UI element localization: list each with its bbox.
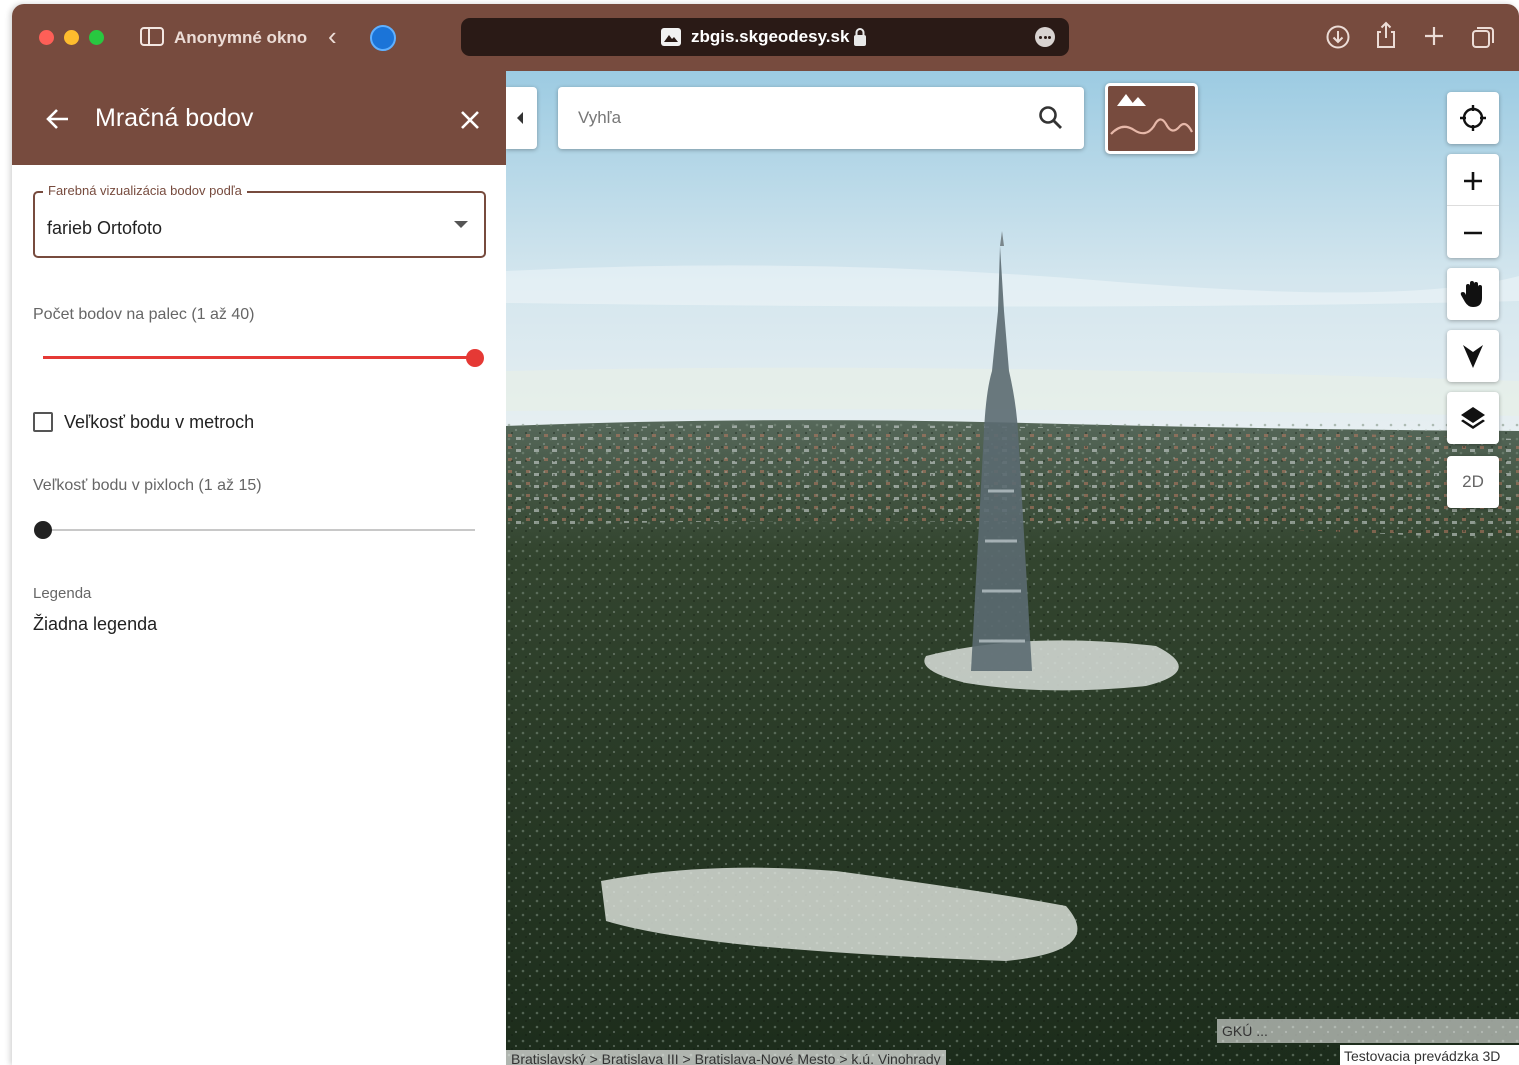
private-window-label: Anonymné okno bbox=[174, 28, 308, 47]
pan-button[interactable] bbox=[1447, 268, 1499, 320]
download-icon[interactable] bbox=[1325, 24, 1351, 50]
panel-title: Mračná bodov bbox=[95, 104, 254, 132]
navigation-arrow-icon bbox=[1463, 345, 1483, 368]
status-badge: Testovacia prevádzka 3D bbox=[1340, 1045, 1519, 1065]
mode-2d-label: 2D bbox=[1462, 472, 1484, 491]
browser-toolbar: Anonymné okno ‹ zbgis.skgeodesy.sk bbox=[12, 4, 1519, 71]
size-in-meters-label: Veľkosť bodu v metroch bbox=[64, 412, 255, 432]
layers-icon bbox=[1461, 407, 1485, 429]
points-per-inch-slider[interactable] bbox=[43, 348, 484, 368]
address-text: zbgis.skgeodesy.sk bbox=[691, 27, 850, 46]
attribution[interactable]: GKÚ ... bbox=[1217, 1019, 1519, 1043]
color-visualization-select[interactable]: Farebná vizualizácia bodov podľa farieb … bbox=[33, 183, 486, 258]
search-icon[interactable] bbox=[1038, 105, 1064, 131]
size-in-pixels-slider[interactable] bbox=[34, 520, 475, 540]
mountain-favicon-icon bbox=[661, 28, 681, 46]
search-box[interactable] bbox=[558, 87, 1084, 149]
slider-track bbox=[43, 529, 475, 531]
panel-header: Mračná bodov bbox=[12, 71, 506, 165]
locate-button[interactable] bbox=[1447, 92, 1499, 144]
mode-2d-button[interactable]: 2D bbox=[1447, 456, 1499, 508]
slider-thumb[interactable] bbox=[466, 349, 484, 367]
browser-window: Anonymné okno ‹ zbgis.skgeodesy.sk Mračn… bbox=[12, 4, 1519, 1065]
hand-icon bbox=[1460, 281, 1482, 307]
zoom-control bbox=[1447, 154, 1499, 258]
color-visualization-value: farieb Ortofoto bbox=[47, 218, 163, 238]
dropdown-arrow-icon bbox=[454, 221, 468, 228]
terrain-basemap-icon[interactable] bbox=[1105, 83, 1198, 154]
legend-value: Žiadna legenda bbox=[33, 614, 158, 634]
plus-icon[interactable] bbox=[1423, 25, 1445, 47]
zoom-divider bbox=[1447, 205, 1499, 206]
compass-button[interactable] bbox=[1447, 330, 1499, 382]
lock-icon bbox=[854, 28, 866, 46]
zoom-window-button[interactable] bbox=[89, 30, 104, 45]
minus-icon[interactable] bbox=[1460, 220, 1486, 246]
sidebar-icon[interactable] bbox=[140, 27, 164, 46]
caret-left-icon[interactable] bbox=[506, 87, 537, 149]
chevron-left-icon[interactable]: ‹ bbox=[328, 22, 337, 50]
slider-fill bbox=[43, 356, 475, 359]
tabs-overview-icon[interactable] bbox=[1470, 24, 1496, 50]
close-window-button[interactable] bbox=[39, 30, 54, 45]
close-icon[interactable] bbox=[460, 110, 480, 130]
layers-button[interactable] bbox=[1447, 392, 1499, 444]
points-per-inch-label: Počet bodov na palec (1 až 40) bbox=[33, 306, 255, 323]
search-input[interactable] bbox=[578, 105, 1018, 131]
map-3d-view[interactable]: 2D GKÚ ... Bratislavský > Bratislava III… bbox=[506, 71, 1519, 1065]
extension-icon[interactable] bbox=[370, 25, 396, 51]
arrow-left-icon[interactable] bbox=[46, 108, 70, 130]
legend-label: Legenda bbox=[33, 585, 92, 602]
size-in-pixels-label: Veľkosť bodu v pixloch (1 až 15) bbox=[33, 477, 262, 494]
location-breadcrumb: Bratislavský > Bratislava III > Bratisla… bbox=[506, 1050, 946, 1065]
size-in-meters-checkbox[interactable] bbox=[33, 412, 53, 432]
share-icon[interactable] bbox=[1374, 21, 1398, 49]
more-icon[interactable] bbox=[1035, 27, 1055, 47]
minimize-window-button[interactable] bbox=[64, 30, 79, 45]
address-bar[interactable]: zbgis.skgeodesy.sk bbox=[461, 18, 1069, 56]
crosshair-icon bbox=[1460, 105, 1486, 131]
point-cloud-scene[interactable] bbox=[506, 71, 1519, 1065]
plus-icon[interactable] bbox=[1460, 168, 1486, 194]
slider-thumb[interactable] bbox=[34, 521, 52, 539]
point-cloud-panel: Mračná bodov Farebná vizualizácia bodov … bbox=[12, 71, 506, 1065]
color-visualization-label: Farebná vizualizácia bodov podľa bbox=[43, 183, 247, 198]
